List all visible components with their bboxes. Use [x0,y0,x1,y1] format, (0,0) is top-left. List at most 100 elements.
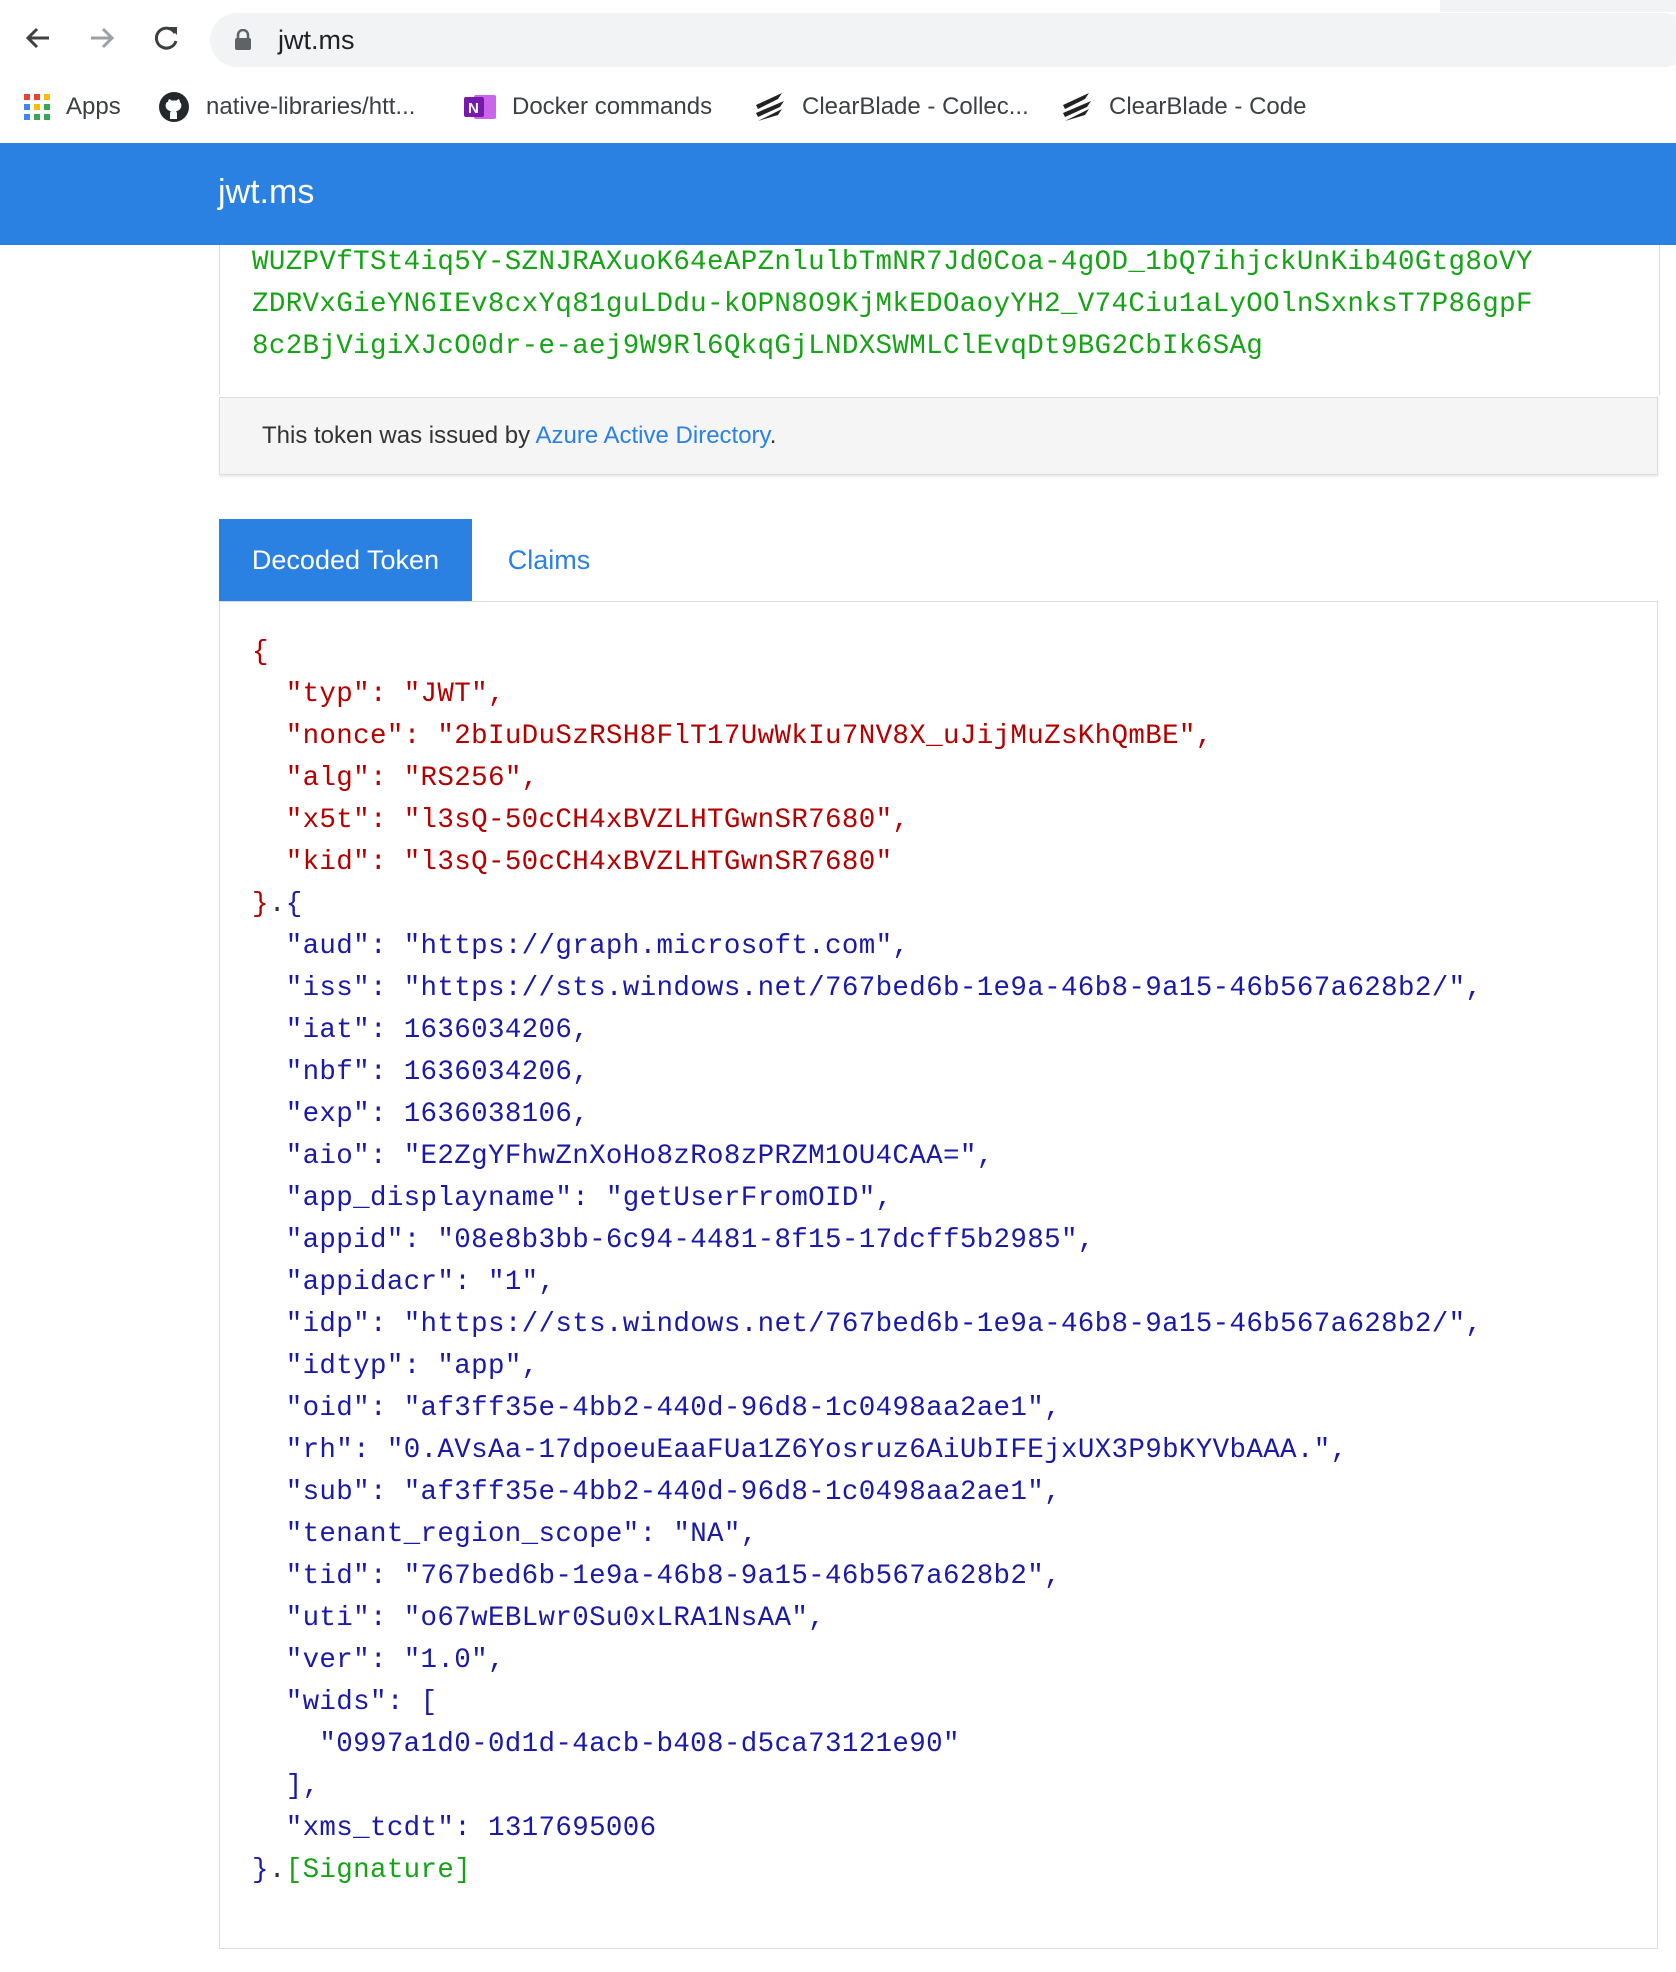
json-token: : [369,1057,404,1088]
signature-placeholder: [Signature] [285,1855,472,1886]
json-token: . [268,1855,286,1886]
onenote-icon: N [464,93,496,121]
payload-claim: "rh": "0.AVsAa-17dpoeuEaaFUa1Z6Yosruz6Ai… [252,1430,1482,1472]
json-token: : [369,931,404,962]
token-issuer-footer: This token was issued by Azure Active Di… [219,397,1658,475]
json-value: "1.0", [403,1645,505,1676]
bookmarks-bar: Apps native-libraries/htt... N Docker co… [0,83,1676,131]
lock-icon [234,28,252,56]
bookmark-native-libraries[interactable]: native-libraries/htt... [158,83,415,131]
encoded-token-panel: WUZPVfTSt4iq5Y-SZNJRAXuoK64eAPZnlulbTmNR… [219,245,1660,395]
json-value: "getUserFromOID", [605,1183,893,1214]
payload-claim: "nbf": 1636034206, [252,1052,1482,1094]
encoded-token-line: WUZPVfTSt4iq5Y-SZNJRAXuoK64eAPZnlulbTmNR… [252,247,1533,278]
bookmark-label: Apps [66,93,121,120]
header-claim: "alg": "RS256", [252,758,1482,800]
json-value: "https://graph.microsoft.com", [403,931,910,962]
json-key: "idtyp" [285,1351,404,1382]
payload-claim: "aud": "https://graph.microsoft.com", [252,926,1482,968]
json-value: 1636038106, [403,1099,590,1130]
bookmark-label: ClearBlade - Collec... [802,93,1029,120]
payload-claim: "idp": "https://sts.windows.net/767bed6b… [252,1304,1482,1346]
encoded-token-line: ZDRVxGieYN6IEv8cxYq81guLDdu-kOPN8O9KjMkE… [252,289,1533,320]
clearblade-icon [1061,91,1093,123]
payload-claim: "tid": "767bed6b-1e9a-46b8-9a15-46b567a6… [252,1556,1482,1598]
issuer-prefix: This token was issued by [262,422,536,449]
json-token: : [369,1393,404,1424]
json-token: : [369,679,404,710]
wids-item: "0997a1d0-0d1d-4acb-b408-d5ca73121e90" [252,1724,1482,1766]
json-value: "767bed6b-1e9a-46b8-9a15-46b567a628b2", [403,1561,1061,1592]
encoded-token-line: 8c2BjVigiXJcO0dr-e-aej9W9Rl6QkqGjLNDXSWM… [252,331,1264,362]
payload-claim: "exp": 1636038106, [252,1094,1482,1136]
bookmark-label: Docker commands [512,93,713,120]
json-key: "nonce" [285,721,404,752]
json-token: : [369,1015,404,1046]
forward-button[interactable] [80,18,124,62]
apps-grid-icon [24,94,50,120]
wids-close: ], [252,1766,1482,1808]
clearblade-icon [754,91,786,123]
payload-claim: "app_displayname": "getUserFromOID", [252,1178,1482,1220]
json-value: "https://sts.windows.net/767bed6b-1e9a-4… [403,973,1483,1004]
json-token: : [369,1645,404,1676]
bookmark-label: native-libraries/htt... [206,93,416,120]
azure-active-directory-link[interactable]: Azure Active Directory [535,422,769,449]
json-token: : [369,1099,404,1130]
tab-claims[interactable]: Claims [472,519,626,601]
payload-claim: "appid": "08e8b3bb-6c94-4481-8f15-17dcff… [252,1220,1482,1262]
json-token: : [572,1183,606,1214]
payload-claim: "oid": "af3ff35e-4bb2-440d-96d8-1c0498aa… [252,1388,1482,1430]
tab-decoded-token[interactable]: Decoded Token [219,519,472,601]
json-token: : [369,1309,404,1340]
back-button[interactable] [16,18,60,62]
github-icon [158,91,190,123]
json-value: 1636034206, [403,1015,590,1046]
json-token: : [369,847,404,878]
json-key: "nbf" [285,1057,370,1088]
payload-claim: "appidacr": "1", [252,1262,1482,1304]
address-bar[interactable]: jwt.ms [210,13,1676,67]
header-open: { [252,632,1482,674]
bookmark-clearblade-collections[interactable]: ClearBlade - Collec... [754,83,1029,131]
json-value: "l3sQ-50cCH4xBVZLHTGwnSR7680", [403,805,910,836]
header-claim: "typ": "JWT", [252,674,1482,716]
json-value: "app", [437,1351,539,1382]
json-key: "exp" [285,1099,370,1130]
payload-claim: "xms_tcdt": 1317695006 [252,1808,1482,1850]
bookmark-docker-commands[interactable]: N Docker commands [464,83,712,131]
json-token: : [454,1267,488,1298]
json-token: : [403,1225,438,1256]
json-value: "https://sts.windows.net/767bed6b-1e9a-4… [403,1309,1483,1340]
json-token: : [369,1603,404,1634]
bookmark-clearblade-code[interactable]: ClearBlade - Code [1061,83,1306,131]
json-value: "0.AVsAa-17dpoeuEaaFUa1Z6Yosruz6AiUbIFEj… [386,1435,1348,1466]
json-key: "oid" [285,1393,370,1424]
json-token: : [369,1477,404,1508]
json-key: "iat" [285,1015,370,1046]
site-title[interactable]: jwt.ms [218,173,314,212]
reload-button[interactable] [144,18,188,62]
bookmark-apps[interactable]: Apps [24,83,121,131]
json-key: "tid" [285,1561,370,1592]
json-value: "l3sQ-50cCH4xBVZLHTGwnSR7680" [403,847,893,878]
payload-claim: "sub": "af3ff35e-4bb2-440d-96d8-1c0498aa… [252,1472,1482,1514]
json-value: 1636034206, [403,1057,590,1088]
json-value: "RS256", [403,763,539,794]
header-claim: "kid": "l3sQ-50cCH4xBVZLHTGwnSR7680" [252,842,1482,884]
json-key: "wids" [285,1687,387,1718]
payload-claim: "idtyp": "app", [252,1346,1482,1388]
site-header: jwt.ms [0,143,1676,245]
json-value: "0997a1d0-0d1d-4acb-b408-d5ca73121e90" [319,1729,960,1760]
